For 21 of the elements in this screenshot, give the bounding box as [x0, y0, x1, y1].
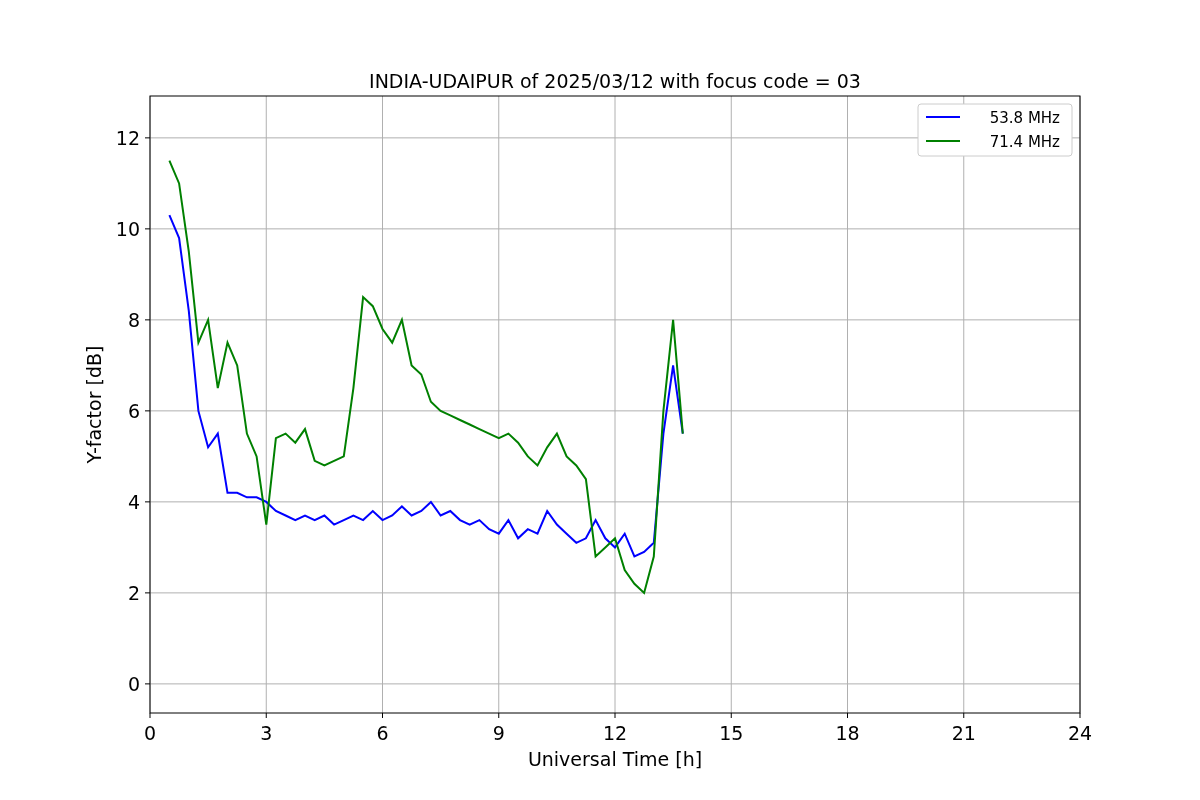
tick-label: 9: [492, 722, 505, 744]
tick-label: 10: [115, 217, 140, 240]
tick-label: 21: [951, 722, 976, 744]
axis-label: Universal Time [h]: [527, 748, 703, 770]
chart-title: INDIA-UDAIPUR of 2025/03/12 with focus code = 03: [369, 70, 861, 92]
tick-label: 12: [602, 722, 628, 744]
tick-label: 18: [835, 722, 860, 744]
axis-label: Y-factor [dB]: [83, 345, 105, 464]
tick-label: 2: [127, 581, 140, 604]
tick-label: 6: [127, 399, 140, 422]
tick-label: 0: [127, 672, 140, 695]
tick-label: 8: [127, 308, 140, 331]
tick-label: 12: [115, 126, 140, 149]
legend-label: 71.4 MHz: [989, 133, 1060, 151]
legend-label: 53.8 MHz: [989, 109, 1060, 127]
tick-label: 24: [1067, 722, 1093, 744]
tick-label: 4: [127, 490, 140, 513]
tick-label: 0: [143, 722, 157, 744]
tick-label: 15: [719, 722, 744, 744]
tick-label: 3: [260, 722, 273, 744]
tick-label: 6: [376, 722, 389, 744]
